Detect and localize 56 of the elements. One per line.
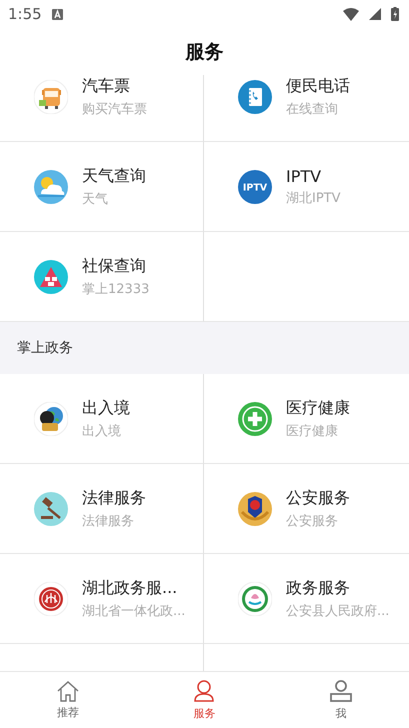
- service-title: 天气查询: [82, 166, 146, 186]
- section-header: 掌上政务: [17, 339, 73, 357]
- service-item[interactable]: 汽车票 购买汽车票: [0, 75, 204, 142]
- notification-icon: [52, 8, 63, 20]
- service-subtitle: 法律服务: [82, 512, 135, 530]
- wifi-icon: [343, 8, 359, 20]
- service-subtitle: 湖北省一体化政...: [82, 602, 186, 620]
- service-title: 湖北政务服...: [82, 578, 178, 598]
- seal-icon: [34, 582, 68, 616]
- clock: 1:55: [8, 5, 42, 23]
- tab[interactable]: 服务: [164, 672, 244, 728]
- service-title: 便民电话: [286, 76, 350, 96]
- service-title: 汽车票: [82, 76, 131, 96]
- phone-book-icon: [238, 80, 272, 114]
- person-icon: [193, 679, 216, 703]
- service-item[interactable]: 政务服务 公安县人民政府...: [204, 554, 409, 644]
- service-item[interactable]: 便民电话 在线查询: [204, 75, 409, 142]
- battery-icon: [391, 7, 399, 21]
- signal-icon: [369, 8, 381, 20]
- service-subtitle: 出入境: [82, 422, 122, 440]
- service-title: 政务服务: [286, 578, 351, 598]
- page-title: 服务: [186, 40, 224, 64]
- house-icon: [34, 260, 68, 294]
- service-subtitle: 医疗健康: [286, 422, 339, 440]
- service-item[interactable]: IPTV IPTV 湖北IPTV: [204, 142, 409, 232]
- service-subtitle: 在线查询: [286, 100, 339, 118]
- service-subtitle: 公安服务: [286, 512, 339, 530]
- service-title: 出入境: [82, 398, 130, 418]
- service-title: 法律服务: [82, 488, 146, 508]
- iptv-logo: IPTV: [238, 170, 272, 204]
- weather-icon: [34, 170, 68, 204]
- service-title: IPTV: [286, 166, 322, 186]
- user-icon: [328, 679, 353, 703]
- globe-icon: [34, 402, 68, 436]
- plus-icon: [238, 402, 272, 436]
- service-title: 医疗健康: [286, 398, 350, 418]
- service-subtitle: 天气: [82, 190, 109, 208]
- service-title: 公安服务: [286, 488, 350, 508]
- emblem-icon: [238, 492, 272, 526]
- service-title: 社保查询: [82, 256, 147, 276]
- gavel-icon: [34, 492, 68, 526]
- service-item[interactable]: 公安服务 公安服务: [204, 464, 409, 554]
- service-subtitle: 公安县人民政府...: [286, 602, 390, 620]
- service-item[interactable]: 湖北政务服... 湖北省一体化政...: [0, 554, 204, 644]
- service-item[interactable]: 天气查询 天气: [0, 142, 204, 232]
- home-icon: [56, 680, 80, 702]
- lotus-icon: [238, 582, 272, 616]
- service-item[interactable]: 出入境 出入境: [0, 374, 204, 464]
- service-subtitle: 湖北IPTV: [286, 190, 341, 206]
- service-item[interactable]: 法律服务 法律服务: [0, 464, 204, 554]
- tab[interactable]: 我: [300, 672, 381, 728]
- service-subtitle: 掌上12333: [82, 280, 150, 298]
- tab[interactable]: 推荐: [28, 672, 108, 728]
- service-subtitle: 购买汽车票: [82, 100, 147, 118]
- service-item[interactable]: 医疗健康 医疗健康: [204, 374, 409, 464]
- bus-icon: [34, 80, 68, 114]
